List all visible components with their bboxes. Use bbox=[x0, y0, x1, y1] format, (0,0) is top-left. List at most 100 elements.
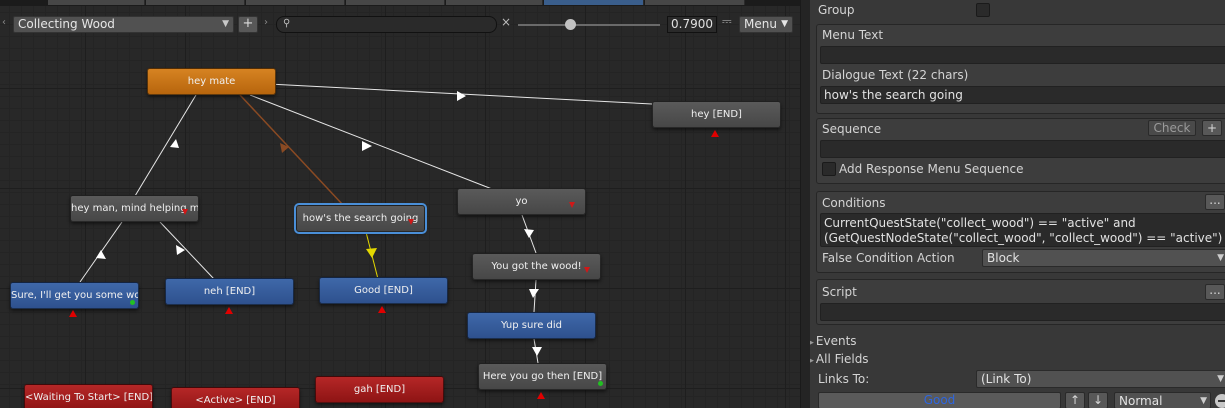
links-to-label: Links To: bbox=[818, 372, 870, 386]
check-button[interactable]: Check bbox=[1148, 120, 1196, 136]
dialogue-node-label: yo bbox=[515, 196, 528, 207]
events-foldout[interactable]: ▶ Events bbox=[810, 334, 857, 348]
chevron-right-icon: ▶ bbox=[810, 338, 814, 348]
panel-splitter[interactable] bbox=[800, 0, 810, 408]
script-marker-icon bbox=[598, 381, 603, 386]
dialogue-node-label: Good [END] bbox=[354, 285, 413, 296]
add-response-menu-checkbox[interactable] bbox=[822, 162, 836, 176]
node-inspector: Group Menu Text Dialogue Text (22 chars)… bbox=[810, 0, 1225, 408]
condition-marker-icon bbox=[182, 209, 188, 215]
dialogue-node-label: <Waiting To Start> [END] bbox=[25, 392, 153, 403]
dialogue-node-neh-end[interactable]: neh [END] bbox=[165, 278, 294, 305]
dialogue-node-label: hey [END] bbox=[691, 109, 742, 120]
move-link-up-button[interactable]: ↑ bbox=[1065, 392, 1085, 408]
link-target-label: Good bbox=[923, 393, 956, 407]
dialogue-node-active-end[interactable]: <Active> [END] bbox=[171, 387, 300, 408]
warning-marker-icon bbox=[69, 310, 77, 317]
dialogue-node-label: how's the search going bbox=[302, 213, 419, 224]
dialogue-node-label: hey man, mind helping me g bbox=[71, 203, 199, 214]
dialogue-node-gah-end[interactable]: gah [END] bbox=[315, 376, 444, 403]
arrow-icon bbox=[457, 91, 466, 101]
condition-marker-icon bbox=[584, 267, 590, 273]
sequence-field[interactable] bbox=[820, 140, 1225, 158]
false-condition-action-value: Block bbox=[987, 251, 1020, 265]
conditions-label: Conditions bbox=[822, 196, 886, 210]
sequence-label: Sequence bbox=[822, 122, 882, 136]
dialogue-node-yo[interactable]: yo bbox=[457, 188, 586, 215]
link-target-button[interactable]: Good bbox=[818, 392, 1061, 408]
dialogue-node-label: Sure, I'll get you some wo bbox=[11, 290, 139, 301]
arrow-icon bbox=[96, 250, 106, 259]
chevron-right-icon: ▶ bbox=[810, 356, 814, 366]
group-label: Group bbox=[818, 3, 855, 17]
all-fields-label: All Fields bbox=[815, 352, 869, 366]
conditions-field[interactable]: CurrentQuestState("collect_wood") == "ac… bbox=[820, 213, 1225, 247]
script-label: Script bbox=[822, 285, 857, 299]
dialogue-text-label: Dialogue Text (22 chars) bbox=[822, 68, 969, 82]
link-line[interactable] bbox=[134, 94, 197, 197]
warning-marker-icon bbox=[378, 306, 386, 313]
dialogue-node-yup-sure[interactable]: Yup sure did bbox=[467, 312, 596, 339]
chevron-down-icon: ▼ bbox=[1217, 253, 1224, 263]
link-line[interactable] bbox=[249, 94, 493, 190]
events-label: Events bbox=[815, 334, 857, 348]
warning-marker-icon bbox=[711, 130, 719, 137]
dialogue-node-label: <Active> [END] bbox=[195, 395, 276, 406]
arrow-up-icon: ↑ bbox=[1069, 393, 1081, 407]
false-condition-action-dropdown[interactable]: Block ▼ bbox=[982, 249, 1225, 267]
link-line[interactable] bbox=[249, 82, 653, 105]
script-wizard-button[interactable]: ... bbox=[1205, 284, 1225, 300]
dialogue-node-hey-end[interactable]: hey [END] bbox=[652, 101, 781, 128]
dialogue-node-label: You got the wood! bbox=[491, 261, 582, 272]
dialogue-node-label: hey mate bbox=[187, 76, 236, 87]
arrow-icon bbox=[532, 347, 542, 356]
add-response-menu-label: Add Response Menu Sequence bbox=[839, 162, 1024, 176]
dialogue-node-hey-mate[interactable]: hey mate bbox=[147, 68, 276, 95]
arrow-icon bbox=[362, 141, 372, 151]
menu-text-field[interactable] bbox=[820, 46, 1225, 64]
dialogue-node-label: Here you go then [END] bbox=[482, 371, 603, 382]
dialogue-graph-canvas[interactable]: ‹ Collecting Wood ▼ + › ⚲ × 0.7900 ⎓ Men… bbox=[0, 0, 800, 408]
all-fields-foldout[interactable]: ▶ All Fields bbox=[810, 352, 869, 366]
false-condition-action-label: False Condition Action bbox=[822, 251, 955, 265]
chevron-down-icon: ▼ bbox=[1217, 374, 1224, 384]
script-marker-icon bbox=[130, 300, 135, 305]
link-priority-value: Normal bbox=[1119, 394, 1163, 408]
link-line[interactable] bbox=[159, 221, 215, 280]
arrow-icon bbox=[529, 289, 539, 298]
dialogue-node-hows-search[interactable]: how's the search going bbox=[294, 203, 427, 234]
warning-marker-icon bbox=[225, 307, 233, 314]
arrow-down-icon: ↓ bbox=[1092, 393, 1104, 407]
conditions-line: (GetQuestNodeState("collect_wood", "coll… bbox=[824, 231, 1223, 245]
chevron-down-icon: ▼ bbox=[1200, 396, 1207, 406]
dialogue-node-label: Yup sure did bbox=[500, 320, 563, 331]
arrow-icon-brown bbox=[280, 143, 289, 153]
links-to-dropdown[interactable]: (Link To) ▼ bbox=[976, 370, 1225, 388]
condition-marker-icon bbox=[408, 219, 414, 225]
script-field[interactable] bbox=[820, 303, 1225, 321]
arrow-icon bbox=[524, 229, 534, 238]
arrow-icon-yellow bbox=[366, 248, 377, 258]
arrow-icon bbox=[170, 139, 179, 148]
dialogue-text-field[interactable]: how's the search going bbox=[820, 86, 1225, 104]
add-sequence-button[interactable]: + bbox=[1202, 120, 1222, 136]
dialogue-node-here-you-go[interactable]: Here you go then [END] bbox=[478, 363, 607, 390]
dialogue-node-hey-man[interactable]: hey man, mind helping me g bbox=[70, 195, 199, 222]
dialogue-node-got-wood[interactable]: You got the wood! bbox=[472, 253, 601, 280]
minus-icon bbox=[1218, 400, 1225, 402]
dialogue-node-sure[interactable]: Sure, I'll get you some wo bbox=[10, 282, 139, 309]
menu-text-label: Menu Text bbox=[822, 28, 884, 42]
links-to-value: (Link To) bbox=[981, 372, 1032, 386]
warning-marker-icon bbox=[537, 392, 545, 399]
move-link-down-button[interactable]: ↓ bbox=[1088, 392, 1108, 408]
dialogue-node-label: neh [END] bbox=[203, 286, 256, 297]
dialogue-node-label: gah [END] bbox=[353, 384, 406, 395]
group-checkbox[interactable] bbox=[976, 3, 990, 17]
dialogue-node-good-end[interactable]: Good [END] bbox=[319, 277, 448, 304]
remove-link-icon[interactable] bbox=[1215, 394, 1225, 408]
conditions-line: CurrentQuestState("collect_wood") == "ac… bbox=[824, 216, 1136, 230]
condition-marker-icon bbox=[569, 202, 575, 208]
link-priority-dropdown[interactable]: Normal ▼ bbox=[1114, 392, 1211, 408]
conditions-wizard-button[interactable]: ... bbox=[1205, 194, 1225, 210]
dialogue-node-waiting[interactable]: <Waiting To Start> [END] bbox=[24, 384, 153, 408]
